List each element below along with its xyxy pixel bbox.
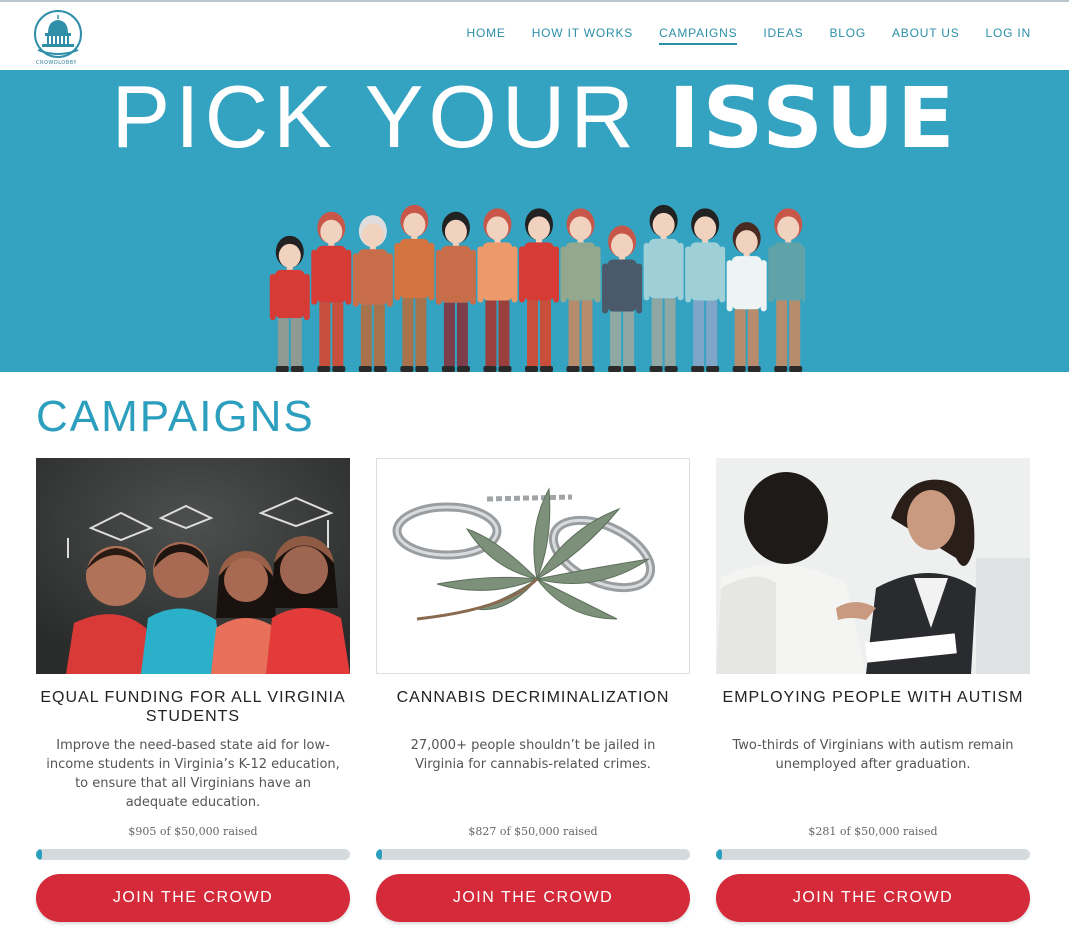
- progress-fill: [36, 849, 43, 860]
- join-crowd-button[interactable]: JOIN THE CROWD: [376, 874, 690, 922]
- nav-how-it-works[interactable]: HOW IT WORKS: [532, 26, 633, 45]
- campaign-description: Two-thirds of Virginians with autism rem…: [732, 738, 1014, 772]
- campaign-title[interactable]: CANNABIS DECRIMINALIZATION: [376, 688, 690, 707]
- raised-text: $827 of $50,000 raised: [468, 825, 598, 838]
- crowd-person: [602, 225, 643, 372]
- campaign-title[interactable]: EMPLOYING PEOPLE WITH AUTISM: [716, 688, 1030, 707]
- join-crowd-button[interactable]: JOIN THE CROWD: [36, 874, 350, 922]
- hero-title-light: PICK YOUR: [111, 70, 669, 166]
- site-header: CROWDLOBBY HOME HOW IT WORKS CAMPAIGNS I…: [0, 2, 1069, 70]
- crowd-person: [519, 208, 559, 372]
- handcuffs-cannabis-leaf-photo: [377, 459, 689, 673]
- nav-about-us[interactable]: ABOUT US: [892, 26, 960, 45]
- crowd-person: [685, 208, 726, 372]
- campaign-description: 27,000+ people shouldn’t be jailed in Vi…: [410, 738, 656, 772]
- join-crowd-button[interactable]: JOIN THE CROWD: [716, 874, 1030, 922]
- crowd-person: [768, 208, 805, 372]
- crowd-person: [269, 235, 310, 372]
- crowd-person: [477, 208, 518, 372]
- crowd-person: [560, 208, 601, 372]
- nav-home[interactable]: HOME: [467, 26, 506, 45]
- raised-text: $905 of $50,000 raised: [128, 825, 258, 838]
- progress-bar: [716, 849, 1030, 860]
- crowd-person: [435, 211, 476, 372]
- crowd-illustration: [269, 204, 805, 372]
- capitol-logo-icon: [34, 10, 82, 58]
- progress-fill: [716, 849, 723, 860]
- section-title: CAMPAIGNS: [36, 392, 315, 441]
- hero-title: PICK YOUR ISSUE: [0, 70, 1069, 166]
- nav-blog[interactable]: BLOG: [829, 26, 866, 45]
- campaign-title[interactable]: EQUAL FUNDING FOR ALL VIRGINIA STUDENTS: [36, 688, 350, 726]
- crowd-person: [352, 215, 393, 372]
- main-nav: HOME HOW IT WORKS CAMPAIGNS IDEAS BLOG A…: [441, 26, 1032, 45]
- campaign-card-autism: EMPLOYING PEOPLE WITH AUTISM Two-thirds …: [716, 458, 1030, 928]
- crowd-person: [311, 211, 352, 372]
- progress-fill: [376, 849, 383, 860]
- children-graduation-photo: [36, 458, 350, 674]
- crowd-person: [726, 222, 767, 372]
- logo-text: CROWDLOBBY: [36, 60, 77, 66]
- progress-bar: [36, 849, 350, 860]
- campaign-image-children[interactable]: [36, 458, 350, 674]
- campaign-image-cannabis[interactable]: [376, 458, 690, 674]
- campaign-image-interview[interactable]: [716, 458, 1030, 674]
- hero-title-bold: ISSUE: [668, 70, 958, 167]
- hero-banner: PICK YOUR ISSUE: [0, 70, 1069, 372]
- progress-bar: [376, 849, 690, 860]
- nav-campaigns[interactable]: CAMPAIGNS: [659, 26, 738, 45]
- campaign-description: Improve the need-based state aid for low…: [46, 738, 340, 810]
- crowd-person: [394, 204, 435, 372]
- crowd-person: [643, 204, 684, 372]
- crowdlobby-logo[interactable]: [30, 6, 86, 68]
- campaign-card-cannabis: CANNABIS DECRIMINALIZATION 27,000+ peopl…: [376, 458, 690, 928]
- job-interview-handshake-photo: [716, 458, 1030, 674]
- campaign-card-equal-funding: EQUAL FUNDING FOR ALL VIRGINIA STUDENTS …: [36, 458, 350, 928]
- nav-log-in[interactable]: LOG IN: [986, 26, 1031, 45]
- raised-text: $281 of $50,000 raised: [808, 825, 938, 838]
- nav-ideas[interactable]: IDEAS: [763, 26, 803, 45]
